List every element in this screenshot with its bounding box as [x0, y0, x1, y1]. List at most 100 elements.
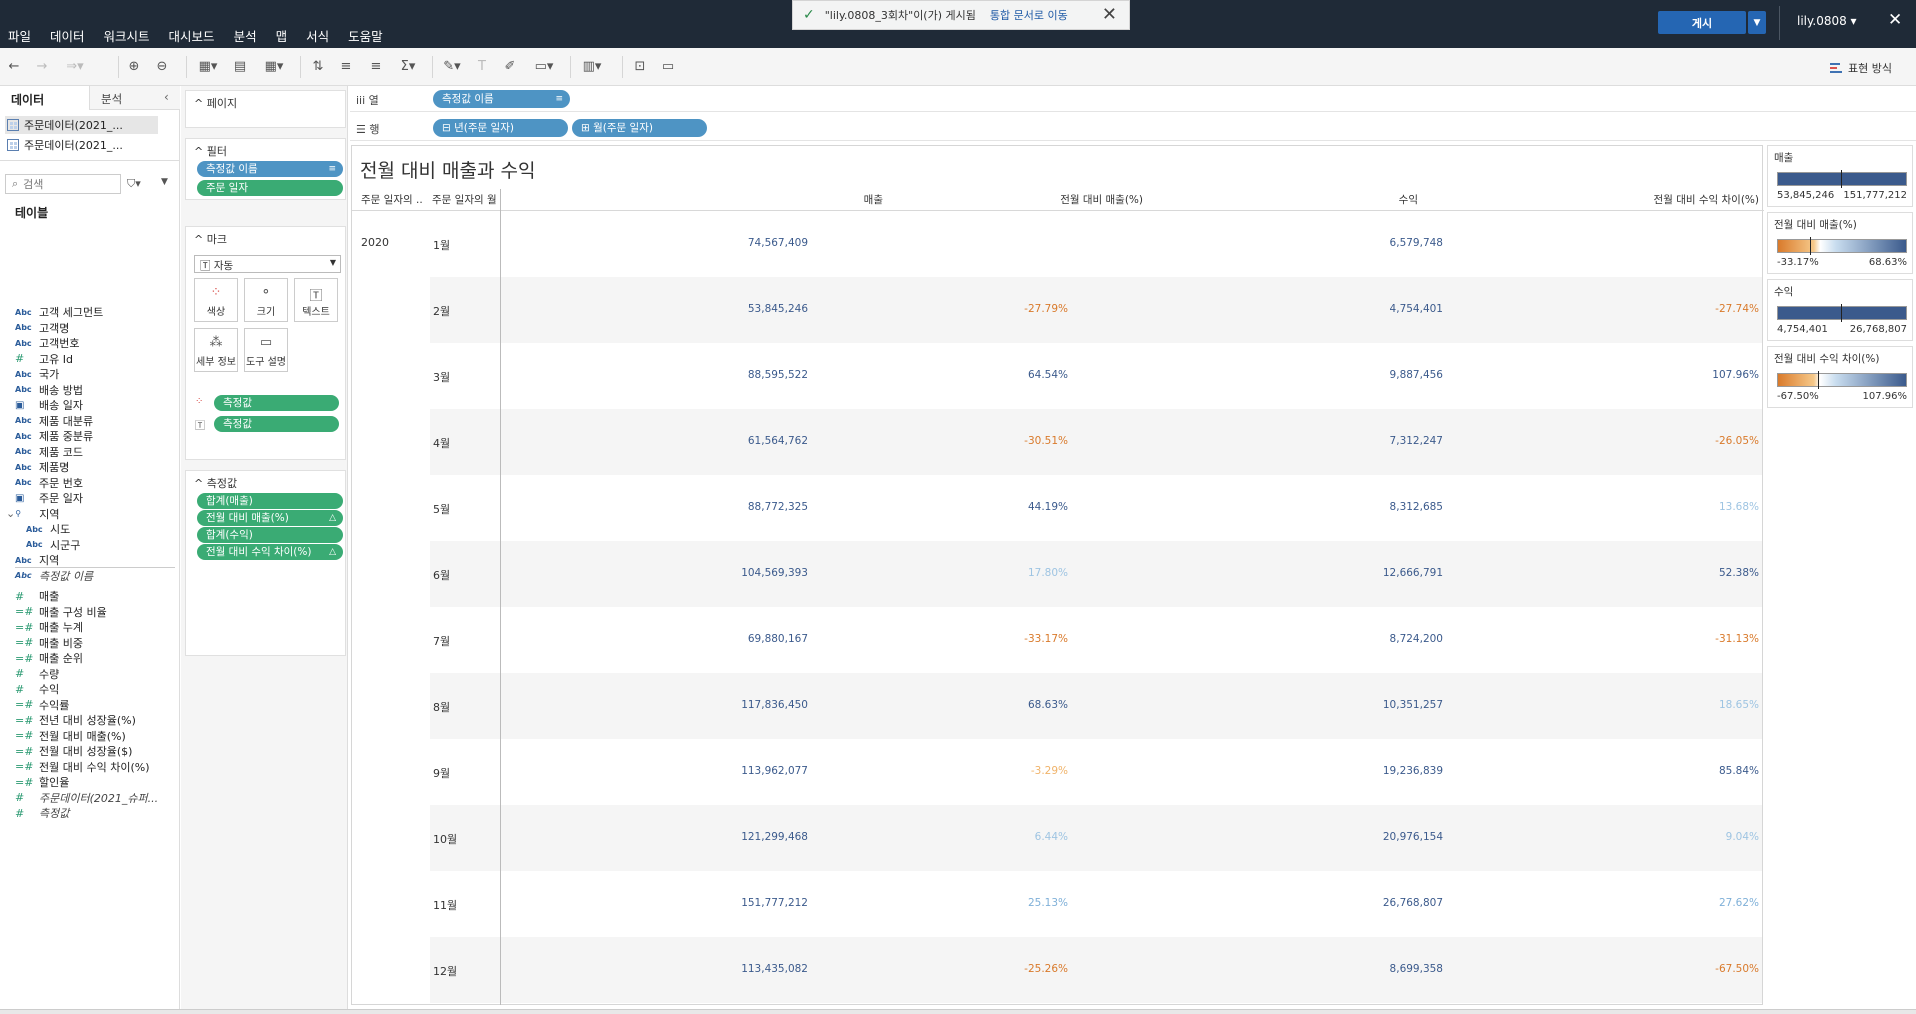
field-item[interactable]: ▣ 배송 일자	[15, 397, 83, 413]
field-item[interactable]: Abc 배송 방법	[15, 382, 83, 398]
field-item[interactable]: =# 매출 비중	[15, 635, 83, 651]
table-row[interactable]: 1월 74,567,409 6,579,748	[430, 211, 1762, 277]
hierarchy-item[interactable]: ⌄ ⚲ 지역	[6, 506, 59, 522]
field-item[interactable]: # 수량	[15, 666, 59, 682]
measure-pill[interactable]: 전월 대비 수익 차이(%) △	[197, 544, 343, 560]
datasource-item[interactable]: 주문데이터(2021_...	[5, 136, 158, 154]
pause-updates-icon[interactable]: ⊖	[152, 58, 172, 76]
tooltip-icon[interactable]: ⊡	[630, 58, 650, 76]
publish-options-button[interactable]: ▼	[1748, 11, 1766, 34]
dismiss-notification-icon[interactable]: ✕	[1102, 4, 1117, 25]
field-item[interactable]: Abc 제품명	[15, 459, 69, 475]
row-pill[interactable]: ⊟ 년(주문 일자)	[433, 119, 568, 137]
table-row[interactable]: 11월 151,777,212 25.13% 26,768,807 27.62%	[430, 871, 1762, 937]
field-item[interactable]: =# 매출 구성 비율	[15, 604, 107, 620]
field-item[interactable]: Abc 국가	[15, 366, 59, 382]
undo-icon[interactable]: ←	[4, 58, 24, 76]
month-header[interactable]: 11월	[433, 897, 457, 913]
menu-item[interactable]: 워크시트	[104, 26, 150, 45]
mark-type-dropdown[interactable]: 🅃 자동 ▼	[194, 255, 341, 273]
month-header[interactable]: 7월	[433, 633, 450, 649]
menu-item[interactable]: 데이터	[50, 26, 85, 45]
month-header[interactable]: 3월	[433, 369, 450, 385]
swap-icon[interactable]: ⇅	[308, 58, 328, 76]
detail-button[interactable]: ⁂ 세부 정보	[194, 328, 238, 372]
highlight-icon[interactable]: ✎▾	[440, 58, 464, 76]
sort-ascending-icon[interactable]: ≡	[336, 58, 356, 76]
field-item[interactable]: Abc 고객명	[15, 320, 69, 336]
column-header[interactable]: 주문 일자의 월	[432, 192, 497, 207]
table-row[interactable]: 12월 113,435,082 -25.26% 8,699,358 -67.50%	[430, 937, 1762, 1003]
color-legend[interactable]: 수익 4,754,401 26,768,807	[1767, 279, 1913, 341]
month-header[interactable]: 8월	[433, 699, 450, 715]
replay-icon[interactable]: ⇒▾	[60, 58, 90, 76]
search-input[interactable]: ⌕ 검색	[5, 174, 121, 194]
field-item[interactable]: Abc 고객 세그먼트	[15, 304, 103, 320]
field-item[interactable]: Abc 시군구	[26, 537, 80, 553]
field-item[interactable]: =# 수익률	[15, 697, 69, 713]
measure-pill[interactable]: 합계(매출)	[197, 493, 343, 509]
field-item[interactable]: Abc 제품 대분류	[15, 413, 93, 429]
user-menu[interactable]: lily.0808 ▾	[1797, 14, 1857, 28]
month-header[interactable]: 12월	[433, 963, 457, 979]
new-worksheet-icon[interactable]: ▦▾	[194, 58, 222, 76]
column-header[interactable]: 매출	[792, 192, 883, 207]
year-header[interactable]: 2020	[361, 236, 389, 249]
size-button[interactable]: ⚬ 크기	[244, 278, 288, 322]
publish-button[interactable]: 게시	[1658, 11, 1746, 34]
field-item[interactable]: =# 전월 대비 수익 차이(%)	[15, 759, 149, 775]
presentation-icon[interactable]: ▭	[658, 58, 678, 76]
column-pill[interactable]: 측정값 이름 ≡	[433, 90, 570, 108]
totals-icon[interactable]: Σ▾	[396, 58, 420, 76]
field-item[interactable]: =# 전월 대비 성장율($)	[15, 743, 132, 759]
pages-card[interactable]: ^ 페이지	[185, 90, 346, 128]
labels-icon[interactable]: T	[472, 58, 492, 76]
field-item[interactable]: Abc 주문 번호	[15, 475, 83, 491]
text-button[interactable]: 🅃 텍스트	[294, 278, 338, 322]
mark-pill[interactable]: 측정값	[214, 416, 339, 432]
column-header[interactable]: 주문 일자의 ..	[361, 192, 423, 207]
table-row[interactable]: 9월 113,962,077 -3.29% 19,236,839 85.84%	[430, 739, 1762, 805]
filter-pill[interactable]: 측정값 이름 ≡	[197, 161, 343, 177]
tab-analysis[interactable]: 분석	[101, 91, 122, 107]
menu-item[interactable]: 분석	[234, 26, 257, 45]
field-item[interactable]: =# 전월 대비 매출(%)	[15, 728, 126, 744]
clear-sheet-icon[interactable]: ▦▾	[260, 58, 288, 76]
field-item[interactable]: # 측정값	[15, 805, 69, 821]
expand-icon[interactable]: ⌄	[6, 507, 15, 520]
month-header[interactable]: 9월	[433, 765, 450, 781]
annotate-icon[interactable]: ✐	[500, 58, 520, 76]
show-cards-icon[interactable]: ▥▾	[578, 58, 606, 76]
new-datasource-icon[interactable]: ⊕	[124, 58, 144, 76]
collapse-pane-icon[interactable]: ‹	[164, 90, 169, 104]
table-row[interactable]: 4월 61,564,762 -30.51% 7,312,247 -26.05%	[430, 409, 1762, 475]
measure-pill[interactable]: 전월 대비 매출(%) △	[197, 510, 343, 526]
table-row[interactable]: 2월 53,845,246 -27.79% 4,754,401 -27.74%	[430, 277, 1762, 343]
field-item[interactable]: Abc 측정값 이름	[15, 568, 93, 584]
columns-shelf[interactable]: iii 열 측정값 이름 ≡	[350, 86, 1916, 112]
tab-data[interactable]: 데이터	[0, 86, 90, 110]
go-to-workbook-link[interactable]: 통합 문서로 이동	[990, 7, 1068, 23]
table-row[interactable]: 6월 104,569,393 17.80% 12,666,791 52.38%	[430, 541, 1762, 607]
mark-pill[interactable]: 측정값	[214, 395, 339, 411]
table-row[interactable]: 5월 88,772,325 44.19% 8,312,685 13.68%	[430, 475, 1762, 541]
filter-pill[interactable]: 주문 일자	[197, 180, 343, 196]
month-header[interactable]: 5월	[433, 501, 450, 517]
field-item[interactable]: # 수익	[15, 681, 59, 697]
color-legend[interactable]: 매출 53,845,246 151,777,212	[1767, 145, 1913, 207]
column-header[interactable]: 수익	[1252, 192, 1418, 207]
month-header[interactable]: 10월	[433, 831, 457, 847]
field-item[interactable]: Abc 제품 코드	[15, 444, 83, 460]
menu-item[interactable]: 맵	[276, 26, 288, 45]
month-header[interactable]: 6월	[433, 567, 450, 583]
filter-fields-icon[interactable]: ⛉▾	[127, 177, 141, 191]
field-item[interactable]: # 매출	[15, 588, 59, 604]
month-header[interactable]: 2월	[433, 303, 450, 319]
field-item[interactable]: # 고유 Id	[15, 351, 73, 367]
field-item[interactable]: # 주문데이터(2021_슈퍼...	[15, 790, 158, 806]
sort-descending-icon[interactable]: ≡	[366, 58, 386, 76]
field-item[interactable]: Abc 제품 중분류	[15, 428, 93, 444]
field-item[interactable]: =# 매출 순위	[15, 650, 83, 666]
color-legend[interactable]: 전월 대비 매출(%) -33.17% 68.63%	[1767, 212, 1913, 274]
measure-pill[interactable]: 합계(수익)	[197, 527, 343, 543]
